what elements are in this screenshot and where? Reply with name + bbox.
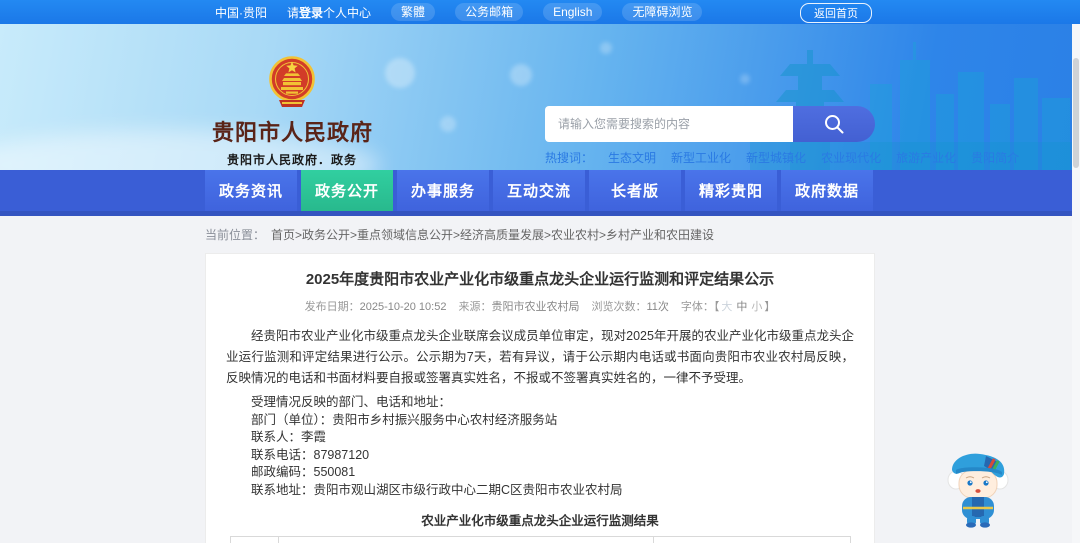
nav-item-banshi-fuwu[interactable]: 办事服务 bbox=[397, 170, 489, 211]
bokeh-dot bbox=[440, 116, 456, 132]
nav-item-zhengwu-zixun[interactable]: 政务资讯 bbox=[205, 170, 297, 211]
nav-item-jingcai-guiyang[interactable]: 精彩贵阳 bbox=[685, 170, 777, 211]
site-subtitle: 贵阳市人民政府．政务 bbox=[226, 153, 357, 167]
results-table-title: 农业产业化市级重点龙头企业运行监测结果 bbox=[421, 513, 659, 528]
table-header-row: 序号 企业名称 监测结果 bbox=[229, 535, 851, 543]
publish-date-label: 发布日期： bbox=[304, 301, 360, 313]
nav-item-zhangzheban[interactable]: 长者版 bbox=[589, 170, 681, 211]
hot-word-link[interactable]: 贵阳简介 bbox=[971, 149, 1019, 166]
hot-word-link[interactable]: 生态文明 bbox=[608, 149, 656, 166]
login-suffix: 个人中心 bbox=[323, 5, 372, 20]
national-emblem-icon bbox=[269, 56, 315, 107]
topbar: 中国·贵阳 请登录个人中心 繁體 公务邮箱 English 无障碍浏览 返回首页 bbox=[0, 0, 1080, 24]
font-size-label: 字体： bbox=[680, 301, 714, 313]
search-icon bbox=[825, 115, 844, 134]
article-paragraph: 经贵阳市农业产业化市级重点龙头企业联席会议成员单位审定，现对2025年开展的农业… bbox=[226, 329, 854, 385]
header-banner: 贵阳市人民政府 贵阳市人民政府．政务 www.guiyang.gov.cn 热搜… bbox=[0, 24, 1080, 170]
search-area: 热搜词： 生态文明 新型工业化 新型城镇化 农业现代化 旅游产业化 贵阳简介 bbox=[545, 106, 1019, 166]
hot-word-link[interactable]: 新型城镇化 bbox=[746, 149, 806, 166]
hot-word-link[interactable]: 农业现代化 bbox=[821, 149, 881, 166]
breadcrumb-label: 当前位置： bbox=[205, 228, 266, 242]
breadcrumb: 当前位置： 首页>政务公开>重点领域信息公开>经济高质量发展>农业农村>乡村产业… bbox=[0, 216, 1080, 253]
bracket: 】 bbox=[764, 301, 776, 313]
topbar-link-traditional[interactable]: 繁體 bbox=[391, 2, 436, 22]
article-card: 2025年度贵阳市农业产业化市级重点龙头企业运行监测和评定结果公示 发布日期：2… bbox=[205, 253, 875, 543]
contact-postcode: 邮政编码：550081 bbox=[251, 465, 356, 480]
back-home-button[interactable]: 返回首页 bbox=[800, 3, 872, 23]
topbar-link-english[interactable]: English bbox=[543, 2, 603, 22]
contact-phone: 联系电话：87987120 bbox=[251, 447, 370, 462]
article-body: 经贵阳市农业产业化市级重点龙头企业联席会议成员单位审定，现对2025年开展的农业… bbox=[226, 326, 854, 543]
site-logo[interactable]: 贵阳市人民政府 贵阳市人民政府．政务 www.guiyang.gov.cn bbox=[212, 56, 372, 170]
contact-address: 联系地址：贵阳市观山湖区市级行政中心二期C区贵阳市农业农村局 bbox=[251, 482, 623, 497]
views-value: 11次 bbox=[646, 301, 669, 313]
login-prefix: 请 bbox=[287, 5, 300, 20]
bokeh-dot bbox=[600, 42, 612, 54]
publish-date: 2025-10-20 10:52 bbox=[359, 301, 447, 313]
hot-word-link[interactable]: 旅游产业化 bbox=[896, 149, 956, 166]
topbar-login-link[interactable]: 请登录个人中心 bbox=[287, 4, 371, 21]
topbar-link-accessibility[interactable]: 无障碍浏览 bbox=[622, 2, 703, 22]
topbar-link-china-guiyang[interactable]: 中国·贵阳 bbox=[215, 4, 267, 21]
font-size-medium-button[interactable]: 中 bbox=[736, 301, 747, 313]
source-value: 贵阳市农业农村局 bbox=[491, 301, 580, 313]
site-title: 贵阳市人民政府 bbox=[212, 120, 374, 145]
col-header-company: 企业名称 bbox=[277, 535, 654, 543]
font-size-large-button[interactable]: 大 bbox=[721, 301, 732, 313]
views-label: 浏览次数： bbox=[591, 301, 647, 313]
nav-item-zhengwu-gongkai[interactable]: 政务公开 bbox=[301, 170, 393, 211]
main-navigation: 政务资讯 政务公开 办事服务 互动交流 长者版 精彩贵阳 政府数据 bbox=[0, 170, 1080, 216]
nav-item-hudong-jiaoliu[interactable]: 互动交流 bbox=[493, 170, 585, 211]
bracket: 【 bbox=[713, 301, 720, 313]
scrollbar-thumb[interactable] bbox=[1073, 58, 1079, 168]
contact-department: 部门（单位）：贵阳市乡村振兴服务中心农村经济服务站 bbox=[251, 412, 558, 427]
nav-item-zhengfu-shuju[interactable]: 政府数据 bbox=[781, 170, 873, 211]
breadcrumb-path[interactable]: 首页>政务公开>重点领域信息公开>经济高质量发展>农业农村>乡村产业和农田建设 bbox=[271, 226, 714, 243]
article-title: 2025年度贵阳市农业产业化市级重点龙头企业运行监测和评定结果公示 bbox=[305, 271, 775, 288]
hot-word-link[interactable]: 新型工业化 bbox=[671, 149, 731, 166]
bokeh-dot bbox=[510, 64, 532, 86]
mascot-assistant-icon[interactable] bbox=[946, 448, 1010, 528]
topbar-link-mail[interactable]: 公务邮箱 bbox=[455, 2, 524, 22]
contact-intro: 受理情况反映的部门、电话和地址： bbox=[251, 395, 452, 409]
hot-words-label: 热搜词： bbox=[545, 151, 594, 165]
bokeh-dot bbox=[385, 58, 415, 88]
article-meta: 发布日期：2025-10-20 10:52 来源：贵阳市农业农村局 浏览次数：11次… bbox=[226, 298, 854, 314]
contact-person: 联系人：李霞 bbox=[251, 430, 327, 445]
results-table: 序号 企业名称 监测结果 1 贵州合力超市采购有限公司 合格 2 贵州友禾种业有… bbox=[229, 535, 851, 543]
source-label: 来源： bbox=[458, 301, 492, 313]
search-input[interactable] bbox=[545, 106, 793, 142]
scrollbar-track[interactable] bbox=[1072, 24, 1080, 543]
col-header-result: 监测结果 bbox=[652, 535, 851, 543]
search-button[interactable] bbox=[793, 106, 875, 142]
bokeh-dot bbox=[740, 74, 750, 84]
hot-search-words: 热搜词： 生态文明 新型工业化 新型城镇化 农业现代化 旅游产业化 贵阳简介 bbox=[545, 149, 1019, 166]
col-header-index: 序号 bbox=[229, 535, 279, 543]
font-size-small-button[interactable]: 小 bbox=[751, 301, 762, 313]
login-strong[interactable]: 登录 bbox=[299, 6, 323, 20]
page: 中国·贵阳 请登录个人中心 繁體 公务邮箱 English 无障碍浏览 返回首页 bbox=[0, 0, 1080, 543]
